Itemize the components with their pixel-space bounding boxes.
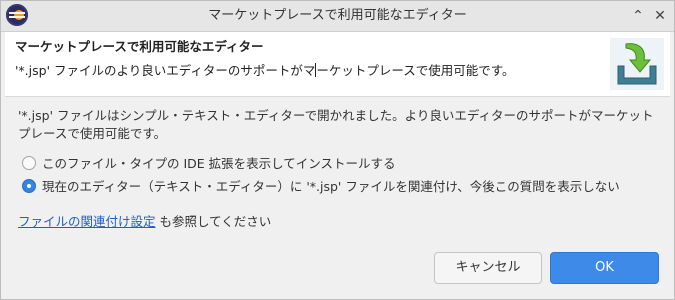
file-association-row: ファイルの関連付け設定 も参照してください [18,213,271,231]
file-association-suffix: も参照してください [155,214,272,229]
header-message-part1: '*.jsp' ファイルのより良いエディターのサポートがマ [15,63,316,78]
title-bar: マーケットプレースで利用可能なエディター ⌃ ✕ [1,1,674,32]
radio-show-extensions[interactable] [22,156,36,170]
cancel-button[interactable]: キャンセル [434,252,542,284]
option-associate-text-editor-label[interactable]: 現在のエディター（テキスト・エディター）に '*.jsp' ファイルを関連付け、… [42,178,620,196]
description-text: '*.jsp' ファイルはシンプル・テキスト・エディターで開かれました。より良い… [18,108,654,141]
window-title: マーケットプレースで利用可能なエディター [208,8,467,23]
dialog-window: マーケットプレースで利用可能なエディター ⌃ ✕ マーケットプレースで利用可能な… [0,0,675,300]
ok-button[interactable]: OK [550,252,659,284]
file-association-link[interactable]: ファイルの関連付け設定 [18,214,156,229]
header-title: マーケットプレースで利用可能なエディター [15,39,264,54]
chevron-up-icon[interactable]: ⌃ [629,7,647,25]
radio-associate-text-editor[interactable] [22,179,36,193]
header-message: '*.jsp' ファイルのより良いエディターのサポートがマーケットプレースで使用… [15,60,515,79]
header-message-part2: ーケットプレースで使用可能です。 [316,63,515,78]
close-icon[interactable]: ✕ [651,7,669,25]
download-arrow-icon [610,38,664,90]
option-show-extensions-label[interactable]: このファイル・タイプの IDE 拡張を表示してインストールする [42,155,396,173]
dialog-header: マーケットプレースで利用可能なエディター '*.jsp' ファイルのより良いエデ… [5,32,670,97]
